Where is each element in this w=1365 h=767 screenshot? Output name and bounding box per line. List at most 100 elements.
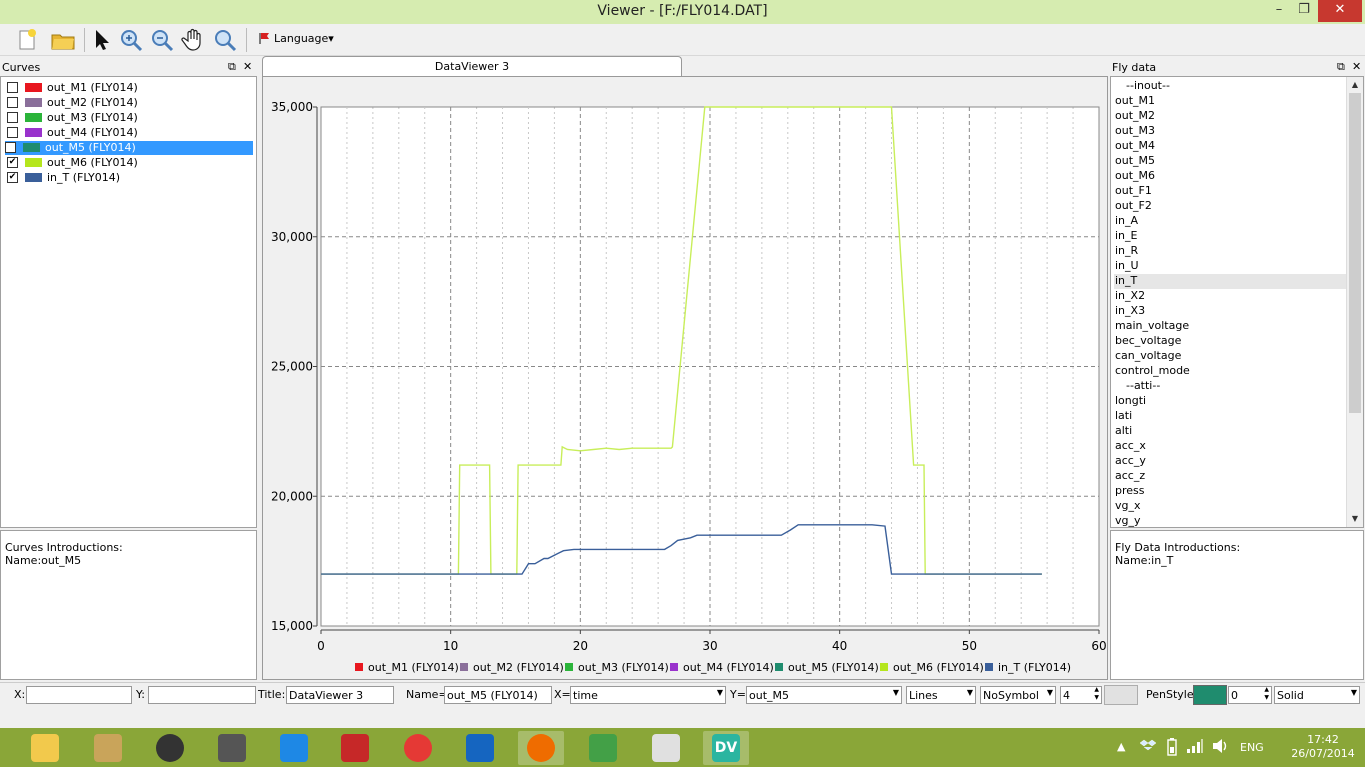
tray-battery-icon[interactable] xyxy=(1166,738,1178,759)
tab-dataviewer-3[interactable]: DataViewer 3 xyxy=(262,56,682,76)
power-app-icon[interactable] xyxy=(332,731,378,765)
maximize-button[interactable]: ❐ xyxy=(1293,0,1315,22)
spin-down-icon[interactable]: ▼ xyxy=(1264,694,1269,701)
curve-checkbox[interactable] xyxy=(7,112,18,123)
pointer-icon[interactable] xyxy=(88,27,114,53)
tray-volume-icon[interactable] xyxy=(1212,738,1228,757)
flydata-item[interactable]: vg_y xyxy=(1114,514,1346,527)
flydata-item[interactable]: out_F1 xyxy=(1114,184,1346,199)
flydata-item[interactable]: in_R xyxy=(1114,244,1346,259)
system-app-icon[interactable] xyxy=(457,731,503,765)
symbol-select[interactable]: NoSymbol ▼ xyxy=(980,686,1056,704)
curve-item[interactable]: out_M1 (FLY014) xyxy=(7,81,255,95)
flydata-item[interactable]: in_E xyxy=(1114,229,1346,244)
flydata-item[interactable]: out_M3 xyxy=(1114,124,1346,139)
curve-checkbox[interactable] xyxy=(7,97,18,108)
flydata-item[interactable]: can_voltage xyxy=(1114,349,1346,364)
width-spinbox[interactable]: 4 ▲ ▼ xyxy=(1060,686,1102,704)
curve-style-select[interactable]: Lines ▼ xyxy=(906,686,976,704)
disk-utility-icon[interactable] xyxy=(85,731,131,765)
document-icon[interactable] xyxy=(209,731,255,765)
flydata-item[interactable]: longti xyxy=(1114,394,1346,409)
spin-up-icon[interactable]: ▲ xyxy=(1094,687,1099,693)
pen-color-swatch[interactable] xyxy=(1193,685,1227,705)
close-window-button[interactable]: ✕ xyxy=(1318,0,1362,22)
flydata-item[interactable]: in_A xyxy=(1114,214,1346,229)
curve-item[interactable]: out_M2 (FLY014) xyxy=(7,96,255,110)
flydata-item[interactable]: press xyxy=(1114,484,1346,499)
flydata-scrollbar[interactable]: ▲ ▼ xyxy=(1346,77,1363,527)
zoom-out-icon[interactable] xyxy=(149,27,175,53)
name-input[interactable]: out_M5 (FLY014) xyxy=(444,686,552,704)
flydata-item[interactable]: acc_x xyxy=(1114,439,1346,454)
internet-explorer-icon[interactable] xyxy=(271,731,317,765)
curve-item[interactable]: ✔ in_T (FLY014) xyxy=(7,171,255,185)
zoom-fit-icon[interactable] xyxy=(212,27,238,53)
flydata-item[interactable]: out_M1 xyxy=(1114,94,1346,109)
notepad-icon[interactable] xyxy=(643,731,689,765)
color-picker-button[interactable] xyxy=(1104,685,1138,705)
spin-down-icon[interactable]: ▼ xyxy=(1094,694,1099,701)
pan-hand-icon[interactable] xyxy=(180,27,206,53)
flydata-item[interactable]: out_F2 xyxy=(1114,199,1346,214)
new-file-icon[interactable] xyxy=(14,27,40,53)
scroll-down-icon[interactable]: ▼ xyxy=(1347,511,1363,527)
flydata-item[interactable]: acc_z xyxy=(1114,469,1346,484)
curve-checkbox[interactable]: ✔ xyxy=(7,157,18,168)
spin-arrows-icon[interactable]: ▲ ▼ xyxy=(1264,687,1269,702)
flydata-item[interactable]: acc_y xyxy=(1114,454,1346,469)
tray-dropbox-icon[interactable] xyxy=(1139,738,1157,757)
curve-checkbox[interactable] xyxy=(7,127,18,138)
title-input[interactable]: DataViewer 3 xyxy=(286,686,394,704)
tray-signal-icon[interactable] xyxy=(1186,738,1204,757)
flydata-item[interactable]: out_M2 xyxy=(1114,109,1346,124)
scroll-thumb[interactable] xyxy=(1349,93,1361,413)
flydata-item[interactable]: in_X3 xyxy=(1114,304,1346,319)
firefox-icon[interactable] xyxy=(518,731,564,765)
flydata-item[interactable]: alti xyxy=(1114,424,1346,439)
spin-arrows-icon[interactable]: ▲ ▼ xyxy=(1094,687,1099,702)
scroll-up-icon[interactable]: ▲ xyxy=(1347,77,1363,93)
pen-number-spinbox[interactable]: 0 ▲ ▼ xyxy=(1228,686,1272,704)
close-panel-icon[interactable]: ✕ xyxy=(1352,60,1361,73)
curve-checkbox[interactable]: ✔ xyxy=(7,172,18,183)
flydata-item[interactable]: vg_x xyxy=(1114,499,1346,514)
flydata-item[interactable]: in_X2 xyxy=(1114,289,1346,304)
curve-item[interactable]: ✔ out_M6 (FLY014) xyxy=(7,156,255,170)
speaker-app-icon[interactable] xyxy=(147,731,193,765)
flydata-item[interactable]: out_M6 xyxy=(1114,169,1346,184)
x-axis-select[interactable]: time ▼ xyxy=(570,686,726,704)
line-chart[interactable]: 0 10 20 30 40 50 60 15,000 20,000 25,000 30,000 35,… xyxy=(263,77,1107,679)
plot-area[interactable]: 0 10 20 30 40 50 60 15,000 20,000 25,000 30,000 35,… xyxy=(262,76,1108,680)
spin-up-icon[interactable]: ▲ xyxy=(1264,687,1269,693)
float-panel-icon[interactable]: ⧉ xyxy=(1337,60,1345,74)
flydata-item[interactable]: bec_voltage xyxy=(1114,334,1346,349)
flydata-item[interactable]: --atti-- xyxy=(1114,379,1346,394)
x-coord-input[interactable] xyxy=(26,686,132,704)
flydata-item[interactable]: out_M4 xyxy=(1114,139,1346,154)
float-panel-icon[interactable]: ⧉ xyxy=(228,60,236,74)
y-coord-input[interactable] xyxy=(148,686,256,704)
file-explorer-icon[interactable] xyxy=(22,731,68,765)
chrome-icon[interactable] xyxy=(395,731,441,765)
flydata-item[interactable]: in_T xyxy=(1114,274,1346,289)
flydata-item[interactable]: lati xyxy=(1114,409,1346,424)
curve-checkbox[interactable] xyxy=(7,82,18,93)
dataviewer-app-icon[interactable]: DV xyxy=(703,731,749,765)
minimize-button[interactable]: – xyxy=(1268,0,1290,22)
pen-style-select[interactable]: Solid ▼ xyxy=(1274,686,1360,704)
zoom-in-icon[interactable] xyxy=(118,27,144,53)
language-menu[interactable]: Language▾ xyxy=(258,32,334,45)
flydata-item[interactable]: --inout-- xyxy=(1114,79,1346,94)
close-panel-icon[interactable]: ✕ xyxy=(243,60,252,73)
curve-item[interactable]: out_M4 (FLY014) xyxy=(7,126,255,140)
tray-language[interactable]: ENG xyxy=(1240,741,1264,754)
tray-overflow-icon[interactable]: ▲ xyxy=(1117,740,1125,753)
open-folder-icon[interactable] xyxy=(50,27,76,53)
flydata-item[interactable]: main_voltage xyxy=(1114,319,1346,334)
taskbar-clock[interactable]: 17:42 26/07/2014 xyxy=(1290,733,1356,761)
curve-item[interactable]: out_M5 (FLY014) xyxy=(5,141,253,155)
flydata-item[interactable]: control_mode xyxy=(1114,364,1346,379)
curve-checkbox[interactable] xyxy=(5,142,16,153)
flydata-item[interactable]: out_M5 xyxy=(1114,154,1346,169)
